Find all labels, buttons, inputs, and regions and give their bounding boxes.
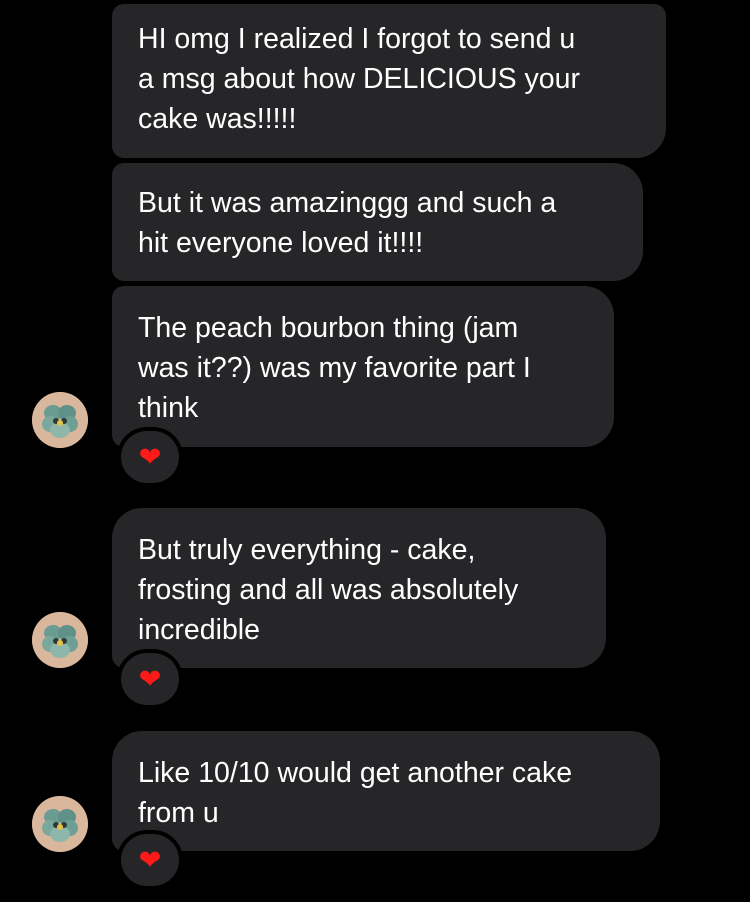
heart-reaction-badge[interactable]: ❤ xyxy=(121,834,179,886)
message-text: The peach bourbon thing (jam was it??) w… xyxy=(138,312,531,424)
message-bubble[interactable]: But it was amazinggg and such a hit ever… xyxy=(112,163,643,281)
message-bubble[interactable]: HI omg I realized I forgot to send u a m… xyxy=(112,4,666,158)
sender-avatar[interactable] xyxy=(32,796,88,852)
message-bubble[interactable]: The peach bourbon thing (jam was it??) w… xyxy=(112,286,614,447)
red-heart-icon: ❤ xyxy=(138,844,162,876)
pansy-flower-avatar-icon xyxy=(32,612,88,668)
message-text: HI omg I realized I forgot to send u a m… xyxy=(138,23,580,135)
heart-reaction-badge[interactable]: ❤ xyxy=(121,431,179,483)
red-heart-icon: ❤ xyxy=(138,441,162,473)
message-bubble[interactable]: Like 10/10 would get another cake from u xyxy=(112,731,660,851)
sender-avatar[interactable] xyxy=(32,612,88,668)
red-heart-icon: ❤ xyxy=(138,663,162,695)
message-text: Like 10/10 would get another cake from u xyxy=(138,757,573,829)
heart-reaction-badge[interactable]: ❤ xyxy=(121,653,179,705)
message-text: But truly everything - cake, frosting an… xyxy=(138,534,519,646)
pansy-flower-avatar-icon xyxy=(32,796,88,852)
message-text: But it was amazinggg and such a hit ever… xyxy=(138,187,557,259)
pansy-flower-avatar-icon xyxy=(32,392,88,448)
message-bubble[interactable]: But truly everything - cake, frosting an… xyxy=(112,508,606,668)
sender-avatar[interactable] xyxy=(32,392,88,448)
